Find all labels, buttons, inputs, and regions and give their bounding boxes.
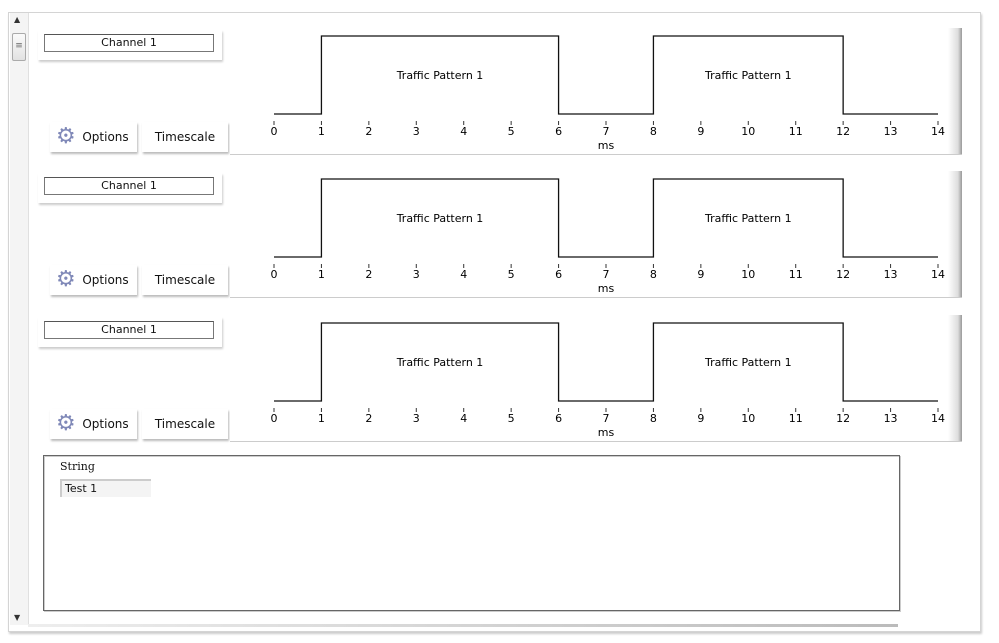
waveform-graph: 0 1 2 3 4 5 6 7 8 9 10 11 12 13 14 ms Traffic Pattern 1T… — [230, 28, 962, 155]
channel-row: Channel 1 ⚙ Options Timescale 0123456789… — [30, 171, 964, 311]
tick-label: 7 — [603, 268, 610, 281]
waveform-graph: 0 1 2 3 4 5 6 7 8 9 10 11 12 13 14 ms Traffic Pattern 1T… — [230, 315, 962, 442]
gear-icon: ⚙ — [56, 124, 76, 149]
timescale-button[interactable]: Timescale — [142, 265, 228, 295]
tick-label: 3 — [413, 412, 420, 425]
channel-control: Channel 1 — [38, 317, 222, 347]
pattern-label: Traffic Pattern 1 — [704, 212, 792, 225]
options-button[interactable]: ⚙ Options — [50, 122, 137, 152]
tick-label: 10 — [741, 412, 755, 425]
tick-label: 7 — [603, 412, 610, 425]
tick-label: 5 — [508, 412, 515, 425]
pattern-label: Traffic Pattern 1 — [704, 356, 792, 369]
arrow-up-icon[interactable]: ▲ — [14, 15, 20, 24]
tick-label: 14 — [931, 125, 945, 138]
pattern-label: Traffic Pattern 1 — [396, 69, 484, 82]
tick-label: 7 — [603, 125, 610, 138]
channel-control: Channel 1 — [38, 30, 222, 60]
tick-label: 8 — [650, 268, 657, 281]
tick-label: 4 — [460, 125, 467, 138]
pattern-label: Traffic Pattern 1 — [396, 212, 484, 225]
tick-label: 2 — [365, 412, 372, 425]
x-axis-label: ms — [598, 282, 615, 295]
tick-label: 2 — [365, 125, 372, 138]
tick-label: 1 — [318, 125, 325, 138]
tick-label: 13 — [884, 268, 898, 281]
pattern-label: Traffic Pattern 1 — [396, 356, 484, 369]
tick-label: 10 — [741, 125, 755, 138]
tick-label: 9 — [697, 412, 704, 425]
tick-label: 0 — [271, 268, 278, 281]
channel-field[interactable]: Channel 1 — [44, 177, 214, 195]
tick-label: 3 — [413, 268, 420, 281]
tick-label: 10 — [741, 268, 755, 281]
gear-icon: ⚙ — [56, 267, 76, 292]
channel-row: Channel 1 ⚙ Options Timescale 0123456789… — [30, 28, 964, 168]
tick-label: 1 — [318, 412, 325, 425]
tick-label: 13 — [884, 125, 898, 138]
tick-label: 3 — [413, 125, 420, 138]
pattern-label: Traffic Pattern 1 — [704, 69, 792, 82]
x-axis-label: ms — [598, 139, 615, 152]
waveform-line — [274, 178, 938, 258]
gear-icon: ⚙ — [56, 411, 76, 436]
tick-label: 4 — [460, 268, 467, 281]
arrow-down-icon[interactable]: ▼ — [14, 613, 20, 622]
tick-label: 12 — [836, 412, 850, 425]
tick-label: 8 — [650, 125, 657, 138]
tick-label: 5 — [508, 268, 515, 281]
waveform-graph: 0 1 2 3 4 5 6 7 8 9 10 11 12 13 14 ms Traffic Pattern 1T… — [230, 171, 962, 298]
waveform-line — [274, 35, 938, 115]
waveform-chart: 0 1 2 3 4 5 6 7 8 9 10 11 12 13 14msTraffic Pattern 1T… — [271, 178, 945, 295]
scroll-thumb[interactable]: ≡ — [12, 33, 26, 61]
string-label: String — [60, 460, 95, 473]
tick-label: 13 — [884, 412, 898, 425]
horizontal-scrollbar[interactable] — [28, 624, 898, 627]
tick-label: 9 — [697, 268, 704, 281]
tick-label: 12 — [836, 268, 850, 281]
waveform-chart: 0 1 2 3 4 5 6 7 8 9 10 11 12 13 14msTraffic Pattern 1T… — [271, 322, 945, 439]
tick-label: 11 — [789, 125, 803, 138]
tick-label: 8 — [650, 412, 657, 425]
tick-label: 6 — [555, 412, 562, 425]
tick-label: 6 — [555, 268, 562, 281]
tick-label: 11 — [789, 412, 803, 425]
vertical-scrollbar[interactable]: ▲ ≡ ▼ — [10, 13, 29, 625]
tick-label: 11 — [789, 268, 803, 281]
options-button[interactable]: ⚙ Options — [50, 409, 137, 439]
grip-icon: ≡ — [15, 41, 23, 51]
tick-label: 14 — [931, 412, 945, 425]
tick-label: 0 — [271, 412, 278, 425]
string-input[interactable]: Test 1 — [60, 479, 151, 497]
string-panel: String Test 1 — [43, 455, 900, 611]
tick-label: 1 — [318, 268, 325, 281]
tick-label: 6 — [555, 125, 562, 138]
waveform-line — [274, 322, 938, 402]
timescale-button[interactable]: Timescale — [142, 409, 228, 439]
tick-label: 0 — [271, 125, 278, 138]
tick-label: 14 — [931, 268, 945, 281]
channel-control: Channel 1 — [38, 173, 222, 203]
timescale-button[interactable]: Timescale — [142, 122, 228, 152]
tick-label: 5 — [508, 125, 515, 138]
tick-label: 4 — [460, 412, 467, 425]
x-axis-label: ms — [598, 426, 615, 439]
channel-row: Channel 1 ⚙ Options Timescale 0123456789… — [30, 315, 964, 455]
tick-label: 12 — [836, 125, 850, 138]
tick-label: 9 — [697, 125, 704, 138]
waveform-chart: 0 1 2 3 4 5 6 7 8 9 10 11 12 13 14msTraffic Pattern 1T… — [271, 35, 945, 152]
channel-field[interactable]: Channel 1 — [44, 321, 214, 339]
channel-field[interactable]: Channel 1 — [44, 34, 214, 52]
tick-label: 2 — [365, 268, 372, 281]
options-button[interactable]: ⚙ Options — [50, 265, 137, 295]
